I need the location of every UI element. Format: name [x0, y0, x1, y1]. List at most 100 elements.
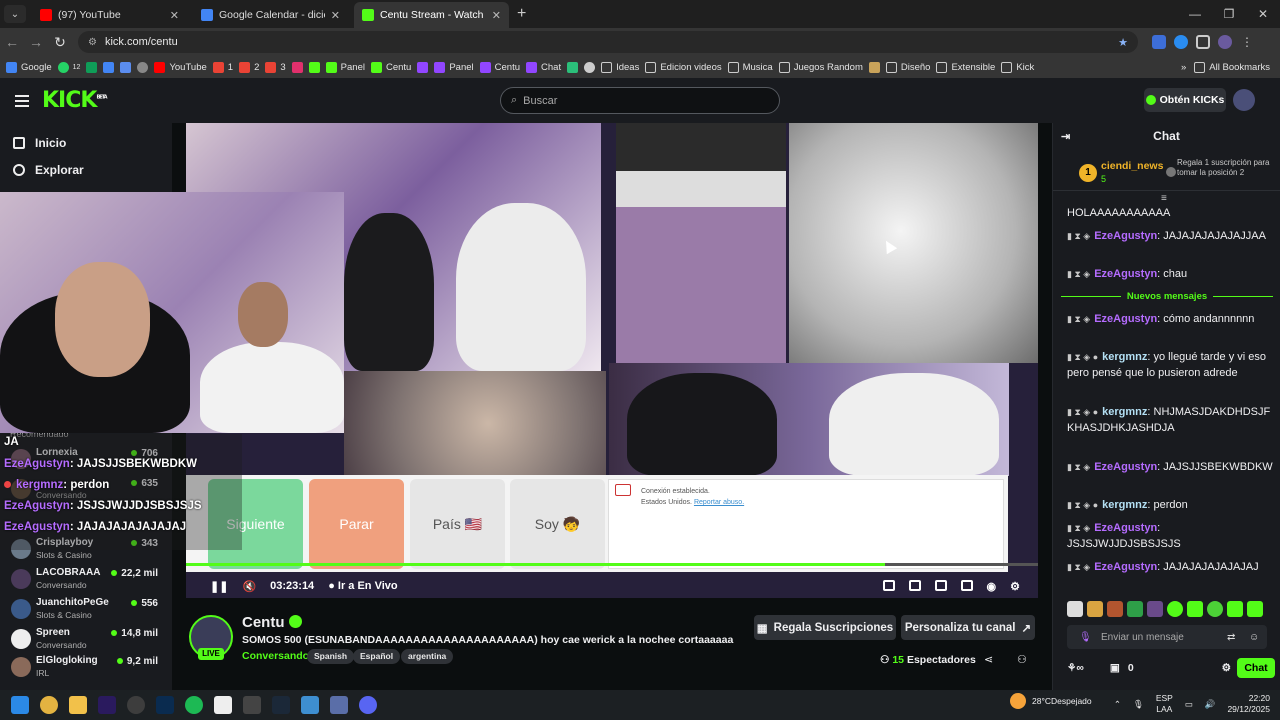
play-circle-icon[interactable]: ◉	[987, 580, 997, 593]
tag[interactable]: Español	[353, 649, 401, 664]
bookmark[interactable]: 12	[57, 61, 80, 73]
search-input[interactable]: ⌕ Buscar	[500, 87, 780, 114]
user-avatar[interactable]	[1233, 89, 1255, 111]
emote-icon[interactable]	[1067, 601, 1083, 617]
premiere-icon[interactable]	[98, 696, 116, 714]
emote-icon[interactable]	[1147, 601, 1163, 617]
clip-icon[interactable]	[908, 579, 921, 591]
bookmark[interactable]: Centu	[370, 61, 411, 73]
mic-icon[interactable]: 🎙	[1079, 632, 1092, 643]
close-icon[interactable]: ✕	[331, 9, 340, 22]
collapse-chat-icon[interactable]: ⇥	[1061, 130, 1070, 143]
app-icon[interactable]	[243, 696, 261, 714]
customize-channel-button[interactable]: Personaliza tu canal ↗	[901, 615, 1035, 640]
discord-icon[interactable]	[359, 696, 377, 714]
follow-icon[interactable]: ⚇	[1017, 653, 1027, 666]
bookmark-folder[interactable]: Extensible	[936, 61, 995, 73]
maximize-button[interactable]: ❐	[1212, 0, 1246, 28]
bookmark-folder[interactable]: Kick	[1001, 61, 1034, 73]
fullscreen-icon[interactable]	[960, 579, 973, 591]
profile-avatar[interactable]	[1218, 35, 1232, 49]
mute-icon[interactable]: 🔇	[242, 580, 256, 593]
bookmark-folder[interactable]: Diseño	[885, 61, 930, 73]
all-bookmarks[interactable]: All Bookmarks	[1194, 61, 1270, 73]
bookmark[interactable]: Google	[6, 61, 52, 73]
kebab-menu-icon[interactable]: ⋮	[1240, 35, 1254, 49]
send-chat-button[interactable]: Chat	[1237, 658, 1275, 678]
puzzle-icon[interactable]	[1196, 35, 1210, 49]
bookmark-folder[interactable]: Musica	[727, 61, 773, 73]
bookmark-folder[interactable]: Edicion videos	[645, 61, 722, 73]
stream-category[interactable]: Conversando	[242, 650, 309, 662]
notion-icon[interactable]	[214, 696, 232, 714]
menu-icon[interactable]	[15, 94, 29, 107]
bookmark[interactable]: 3	[265, 61, 286, 73]
new-tab-button[interactable]: +	[517, 5, 526, 23]
sidebar-channel[interactable]: JuanchitoPeGe Slots & Casino 556	[8, 596, 164, 624]
bookmark[interactable]	[291, 61, 303, 73]
spotify-icon[interactable]	[185, 696, 203, 714]
tag[interactable]: argentina	[401, 649, 454, 664]
back-icon[interactable]: ←	[0, 34, 24, 50]
bookmark[interactable]	[103, 61, 115, 73]
sidebar-channel[interactable]: LACOBRAAA Conversando 22,2 mil	[8, 566, 164, 594]
obs-icon[interactable]	[127, 696, 145, 714]
bookmark[interactable]: YouTube	[154, 61, 207, 73]
chrome-icon[interactable]	[40, 696, 58, 714]
go-live-button[interactable]: ● Ir a En Vivo	[328, 580, 397, 592]
get-kicks-button[interactable]: Obtén KICKs	[1144, 88, 1226, 112]
close-icon[interactable]: ✕	[170, 9, 179, 22]
bookmark[interactable]: 1	[212, 61, 233, 73]
emoji-icon[interactable]: ☺	[1249, 632, 1259, 643]
kick-logo[interactable]: KICKBETA	[42, 88, 108, 113]
clock[interactable]: 22:20 29/12/2025	[1227, 693, 1270, 715]
emote-icon[interactable]	[1107, 601, 1123, 617]
bookmark[interactable]	[120, 61, 132, 73]
bookmark[interactable]: Centu	[479, 61, 520, 73]
emote-icon[interactable]	[1247, 601, 1263, 617]
picture-in-picture-icon[interactable]	[882, 579, 895, 591]
filter-icon[interactable]: ≡	[1161, 193, 1167, 204]
bookmark[interactable]: Chat	[526, 61, 561, 73]
chat-message-input[interactable]: 🎙 Enviar un mensaje ⇄ ☺	[1067, 625, 1267, 649]
language-indicator[interactable]: ESP LAA	[1156, 693, 1173, 715]
bookmark-star-icon[interactable]: ★	[1118, 36, 1128, 49]
emote-icon[interactable]	[1127, 601, 1143, 617]
pause-icon[interactable]: ❚❚	[210, 580, 228, 593]
video-progress-bar[interactable]	[186, 563, 1038, 566]
close-window-button[interactable]: ✕	[1246, 0, 1280, 28]
bookmark[interactable]	[584, 61, 596, 73]
country-button[interactable]: País 🇺🇸	[410, 479, 505, 569]
bookmark[interactable]	[417, 61, 429, 73]
reload-icon[interactable]: ↻	[48, 34, 72, 51]
drops-icon[interactable]: ⚘∞	[1067, 662, 1084, 674]
volume-icon[interactable]: 🔊	[1205, 699, 1216, 710]
extension-icon[interactable]	[1174, 35, 1188, 49]
sidebar-item-home[interactable]: Inicio	[0, 129, 172, 156]
sidebar-item-explore[interactable]: Explorar	[0, 156, 172, 183]
bookmark-folder[interactable]: Juegos Random	[778, 61, 863, 73]
mic-icon[interactable]: 🎙	[1133, 699, 1144, 710]
chat-settings-icon[interactable]: ⚙	[1222, 662, 1231, 674]
leader-name[interactable]: ciendi_news	[1101, 160, 1163, 172]
file-explorer-icon[interactable]	[69, 696, 87, 714]
share-icon[interactable]: ⋖	[984, 653, 993, 666]
weather-widget[interactable]: 28°CDespejado	[1010, 693, 1092, 709]
steam-icon[interactable]	[272, 696, 290, 714]
bookmark[interactable]: Panel	[325, 61, 365, 73]
tab-kick[interactable]: Centu Stream - Watch Live on K ✕	[354, 2, 509, 28]
emote-icon[interactable]	[1227, 601, 1243, 617]
site-info-icon[interactable]: ⚙	[88, 37, 97, 48]
gender-button[interactable]: Soy 🧒	[510, 479, 605, 569]
close-icon[interactable]: ✕	[492, 9, 501, 22]
sidebar-channel[interactable]: ElGlogloking IRL 9,2 mil	[8, 654, 164, 682]
bookmark[interactable]	[137, 61, 149, 73]
stop-button[interactable]: Parar	[309, 479, 404, 569]
photoshop-icon[interactable]	[156, 696, 174, 714]
tab-youtube[interactable]: (97) YouTube ✕	[32, 2, 187, 28]
streamer-name[interactable]: Centu	[242, 614, 302, 631]
emote-icon[interactable]	[1207, 601, 1223, 617]
more-bookmarks-icon[interactable]: »	[1181, 62, 1186, 73]
bookmark[interactable]	[86, 61, 98, 73]
sidebar-channel[interactable]: Spreen Conversando 14,8 mil	[8, 626, 164, 654]
